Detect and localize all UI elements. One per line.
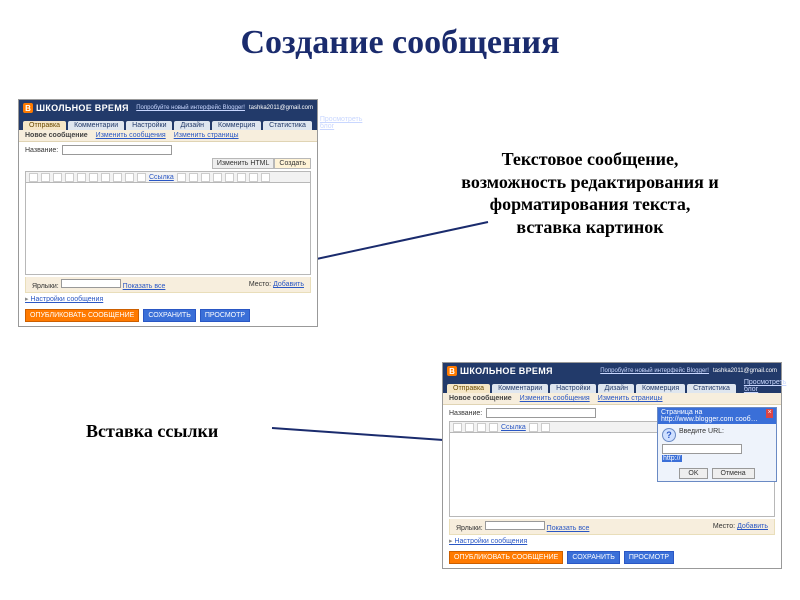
place-label: Место: xyxy=(713,523,735,530)
tool-underline-icon[interactable] xyxy=(101,173,110,182)
question-icon: ? xyxy=(662,428,676,442)
view-blog-link[interactable]: Просмотреть блог xyxy=(320,116,362,130)
post-title-input[interactable] xyxy=(486,408,596,418)
save-button[interactable]: СОХРАНИТЬ xyxy=(143,309,196,322)
tab-settings[interactable]: Настройки xyxy=(126,121,172,130)
publish-button[interactable]: ОПУБЛИКОВАТЬ СООБЩЕНИЕ xyxy=(25,309,139,322)
tab-monetize[interactable]: Коммерция xyxy=(212,121,261,130)
tool-image-icon[interactable] xyxy=(529,423,538,432)
editor-toolbar: Ссылка xyxy=(25,171,311,183)
preview-button[interactable]: ПРОСМОТР xyxy=(200,309,250,322)
tab-posting[interactable]: Отправка xyxy=(23,121,66,130)
dialog-prompt: Введите URL: xyxy=(679,428,724,435)
tool-image-icon[interactable] xyxy=(177,173,186,182)
tool-list-ul-icon[interactable] xyxy=(225,173,234,182)
tab-monetize[interactable]: Коммерция xyxy=(636,384,685,393)
post-title-input[interactable] xyxy=(62,145,172,155)
add-place-link[interactable]: Добавить xyxy=(273,281,304,288)
tags-input[interactable] xyxy=(485,521,545,530)
publish-button[interactable]: ОПУБЛИКОВАТЬ СООБЩЕНИЕ xyxy=(449,551,563,564)
editor-area[interactable] xyxy=(25,183,311,275)
blogger-logo-icon: B xyxy=(23,103,33,113)
blogger-logo-icon: B xyxy=(447,366,457,376)
annotation-link-insert: Вставка ссылки xyxy=(86,420,286,443)
account-email: tashka2011@gmail.com xyxy=(713,368,777,374)
dialog-cancel-button[interactable]: Отмена xyxy=(712,468,755,479)
post-options-link[interactable]: Настройки сообщения xyxy=(443,535,533,547)
post-options-link[interactable]: Настройки сообщения xyxy=(19,293,109,305)
sub-edit-pages[interactable]: Изменить страницы xyxy=(598,395,663,402)
tool-align-icon[interactable] xyxy=(201,173,210,182)
show-all-tags-link[interactable]: Показать все xyxy=(123,283,166,290)
preview-button[interactable]: ПРОСМОТР xyxy=(624,551,674,564)
tags-label: Ярлыки: xyxy=(32,283,59,290)
tool-bold-icon[interactable] xyxy=(477,423,486,432)
view-blog-link[interactable]: Просмотреть блог xyxy=(744,379,786,393)
url-input[interactable] xyxy=(662,444,742,454)
site-name: ШКОЛЬНОЕ ВРЕМЯ xyxy=(460,366,553,376)
tool-clear-icon[interactable] xyxy=(249,173,258,182)
blogger-panel-2: B ШКОЛЬНОЕ ВРЕМЯ Попробуйте новый интерф… xyxy=(442,362,782,569)
tool-link[interactable]: Ссылка xyxy=(149,174,174,181)
sub-new-post[interactable]: Новое сообщение xyxy=(25,132,88,139)
place-label: Место: xyxy=(249,281,271,288)
tool-list-ol-icon[interactable] xyxy=(213,173,222,182)
try-new-link[interactable]: Попробуйте новый интерфейс Blogger! xyxy=(600,368,709,374)
tab-posting[interactable]: Отправка xyxy=(447,384,490,393)
tab-stats[interactable]: Статистика xyxy=(263,121,312,130)
tags-input[interactable] xyxy=(61,279,121,288)
tool-spell-icon[interactable] xyxy=(261,173,270,182)
mode-compose-button[interactable]: Создать xyxy=(274,158,311,169)
site-name: ШКОЛЬНОЕ ВРЕМЯ xyxy=(36,103,129,113)
annotation-text-editing: Текстовое сообщение, возможность редакти… xyxy=(460,148,720,238)
page-title: Создание сообщения xyxy=(0,0,800,68)
tool-strike-icon[interactable] xyxy=(113,173,122,182)
dialog-title: Страница на http://www.blogger.com сооб… xyxy=(661,409,766,423)
sub-edit-posts[interactable]: Изменить сообщения xyxy=(520,395,590,402)
tab-design[interactable]: Дизайн xyxy=(174,121,210,130)
tab-comments[interactable]: Комментарии xyxy=(68,121,124,130)
tags-label: Ярлыки: xyxy=(456,525,483,532)
tool-font-icon[interactable] xyxy=(465,423,474,432)
tab-comments[interactable]: Комментарии xyxy=(492,384,548,393)
tool-bgcolor-icon[interactable] xyxy=(137,173,146,182)
blogger-panel-1: B ШКОЛЬНОЕ ВРЕМЯ Попробуйте новый интерф… xyxy=(18,99,318,327)
tool-italic-icon[interactable] xyxy=(89,173,98,182)
tab-settings[interactable]: Настройки xyxy=(550,384,596,393)
tool-bold-icon[interactable] xyxy=(77,173,86,182)
tool-undo-icon[interactable] xyxy=(453,423,462,432)
sub-edit-pages[interactable]: Изменить страницы xyxy=(174,132,239,139)
tool-link[interactable]: Ссылка xyxy=(501,424,526,431)
tab-stats[interactable]: Статистика xyxy=(687,384,736,393)
tool-size-icon[interactable] xyxy=(65,173,74,182)
account-email: tashka2011@gmail.com xyxy=(249,105,313,111)
try-new-link[interactable]: Попробуйте новый интерфейс Blogger! xyxy=(136,105,245,111)
tool-italic-icon[interactable] xyxy=(489,423,498,432)
dialog-ok-button[interactable]: OK xyxy=(679,468,707,479)
url-input-selection: http:// xyxy=(662,455,682,462)
post-title-label: Название: xyxy=(449,410,482,417)
sub-edit-posts[interactable]: Изменить сообщения xyxy=(96,132,166,139)
url-dialog: Страница на http://www.blogger.com сооб…… xyxy=(657,407,777,482)
dialog-close-icon[interactable]: × xyxy=(766,409,773,418)
tool-quote-icon[interactable] xyxy=(541,423,550,432)
save-button[interactable]: СОХРАНИТЬ xyxy=(567,551,620,564)
tool-video-icon[interactable] xyxy=(189,173,198,182)
tool-undo-icon[interactable] xyxy=(29,173,38,182)
add-place-link[interactable]: Добавить xyxy=(737,523,768,530)
show-all-tags-link[interactable]: Показать все xyxy=(547,525,590,532)
mode-html-button[interactable]: Изменить HTML xyxy=(212,158,275,169)
tab-design[interactable]: Дизайн xyxy=(598,384,634,393)
tool-quote-icon[interactable] xyxy=(237,173,246,182)
post-title-label: Название: xyxy=(25,147,58,154)
tool-font-icon[interactable] xyxy=(53,173,62,182)
sub-new-post[interactable]: Новое сообщение xyxy=(449,395,512,402)
tool-redo-icon[interactable] xyxy=(41,173,50,182)
tool-color-icon[interactable] xyxy=(125,173,134,182)
